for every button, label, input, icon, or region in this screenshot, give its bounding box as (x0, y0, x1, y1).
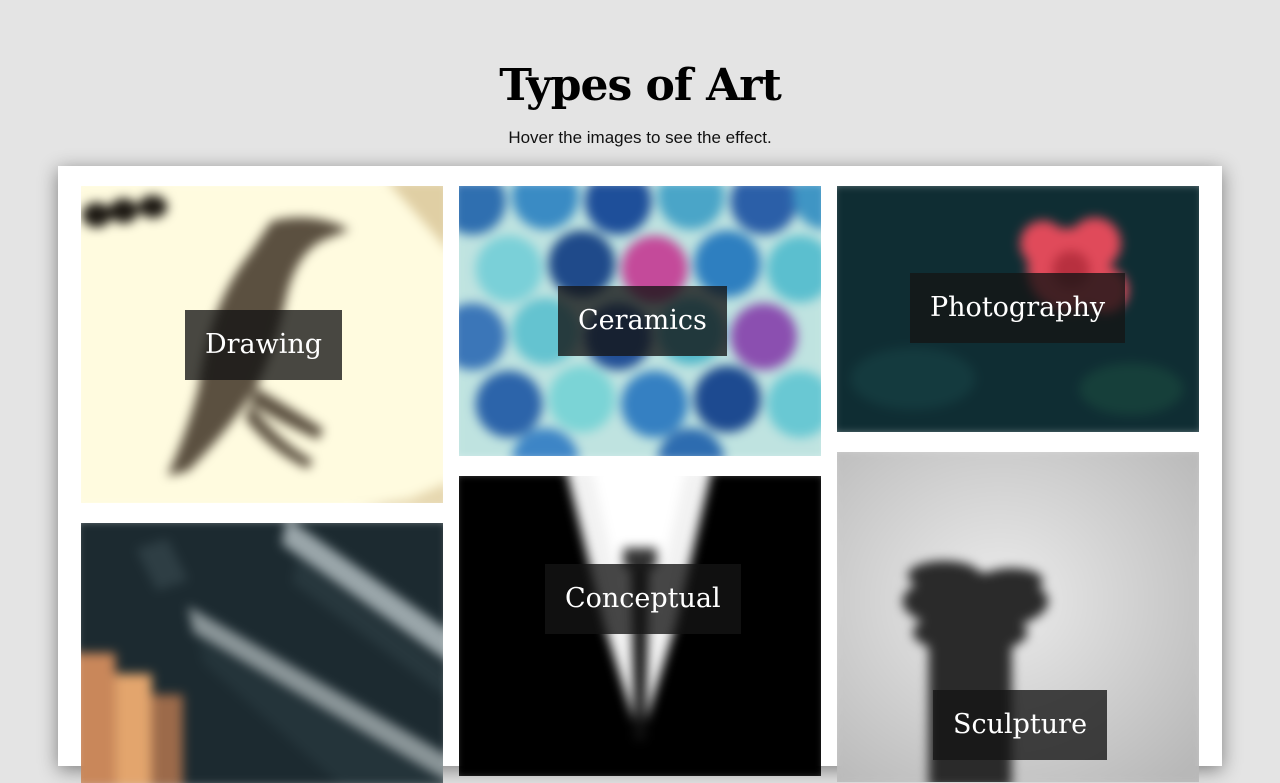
gallery-item-label: Photography (910, 273, 1126, 343)
gallery-item-label: Drawing (185, 310, 343, 380)
building-facade-image (81, 523, 443, 783)
art-gallery: Drawing Ceramics Photography Conceptual … (58, 166, 1222, 783)
gallery-item-photography[interactable]: Photography (837, 186, 1199, 432)
gallery-item-drawing[interactable]: Drawing (81, 186, 443, 503)
page-title: Types of Art (499, 60, 782, 111)
gallery-item-architecture[interactable] (81, 523, 443, 783)
gallery-item-sculpture[interactable]: Sculpture (837, 452, 1199, 782)
gallery-item-label: Conceptual (545, 564, 741, 634)
page-subtitle: Hover the images to see the effect. (508, 128, 772, 147)
gallery-item-label: Ceramics (558, 286, 727, 356)
gallery-item-ceramics[interactable]: Ceramics (459, 186, 821, 456)
gallery-item-label: Sculpture (933, 690, 1108, 760)
gallery-item-conceptual[interactable]: Conceptual (459, 476, 821, 776)
